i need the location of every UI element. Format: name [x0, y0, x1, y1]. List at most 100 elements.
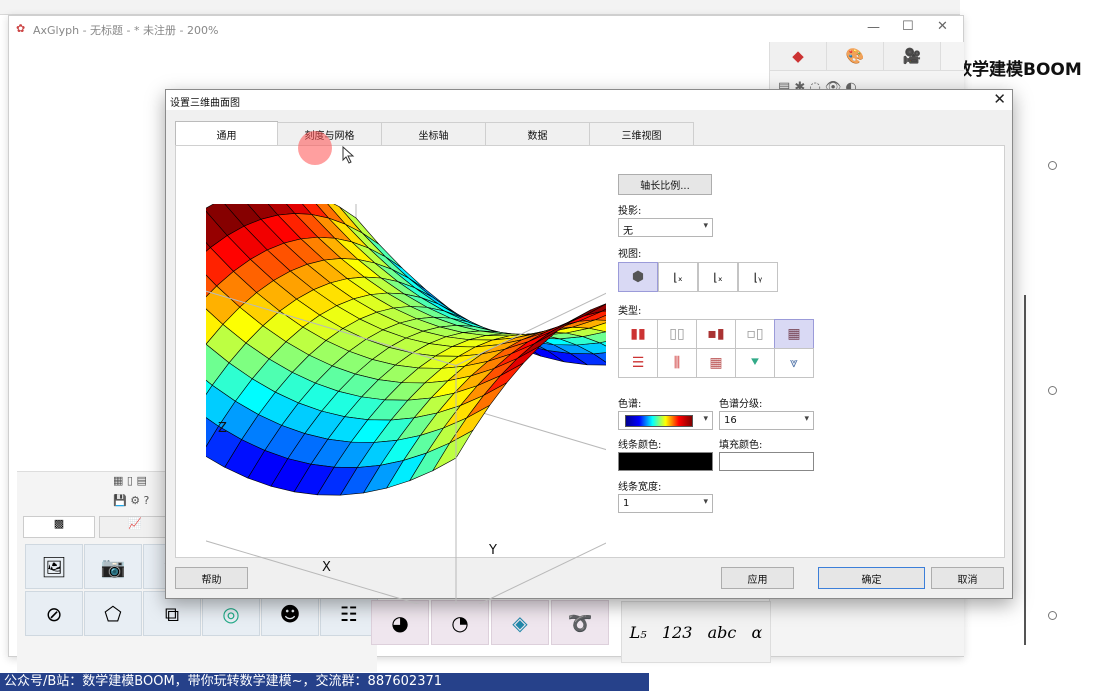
ring-icon: ◎	[222, 601, 240, 626]
surface-settings-dialog: 设置三维曲面图 ✕ 通用 刻度与网格 坐标轴 数据 三维视图 ZXY 轴长比例.…	[165, 89, 1013, 604]
line-color-label: 线条颜色:	[618, 440, 662, 451]
colormap-levels-value: 16	[724, 415, 737, 426]
view-zy-button[interactable]: ⌊ᵧ	[738, 262, 778, 292]
axis-zx-icon: ⌊ₓ	[713, 270, 723, 284]
toolbox-tab-shapes[interactable]: ▩	[23, 516, 95, 538]
y-axis-label: Y	[488, 543, 497, 558]
layers-icon: ◆	[792, 47, 804, 65]
grid-dots-icon: ▦	[787, 326, 801, 342]
axglyph-window-title: AxGlyph - 无标题 - * 未注册 - 200%	[33, 24, 219, 37]
math-symbol-box: L₅ 123 abc α	[621, 601, 771, 663]
line-width-value: 1	[623, 498, 630, 509]
tab-3d-view[interactable]: 三维视图	[589, 122, 694, 146]
resize-handle[interactable]	[1048, 386, 1057, 395]
head-gear-icon: ☻	[279, 601, 301, 626]
pie-chart-tool[interactable]: ◕	[371, 600, 429, 645]
colormap-levels-label: 色谱分级:	[719, 399, 763, 410]
tab-data[interactable]: 数据	[485, 122, 590, 146]
axglyph-titlebar: ✿ AxGlyph - 无标题 - * 未注册 - 200% — ☐ ✕	[9, 16, 963, 42]
surface-icon: ◈	[512, 610, 528, 635]
type-vlines-button[interactable]: ⫼	[657, 348, 697, 378]
number-symbol[interactable]: 123	[662, 623, 693, 642]
type-bar-floating-button[interactable]: ▪▮	[696, 319, 736, 349]
close-icon[interactable]: ✕	[937, 19, 948, 34]
vertical-lines-icon: ⫼	[673, 355, 681, 371]
dialog-title: 设置三维曲面图	[170, 98, 240, 109]
small-tool-icons: ▦ ▯ ▤	[113, 474, 147, 487]
type-bar-filled-button[interactable]: ▮▮	[618, 319, 658, 349]
surface-outline-icon: ⩔	[790, 355, 798, 371]
axis-zy-icon: ⌊ᵧ	[753, 270, 763, 284]
z-axis-label: Z	[218, 421, 227, 436]
style-tab[interactable]: 🎨	[827, 42, 884, 70]
type-mesh-button[interactable]: ▦	[696, 348, 736, 378]
click-indicator	[298, 131, 332, 165]
view-buttons: ⬢ ⌊ₓ ⌊ₓ ⌊ᵧ	[618, 262, 778, 292]
text-symbol[interactable]: abc	[708, 623, 737, 642]
type-surface-button[interactable]: ⯆	[735, 348, 775, 378]
camera-tool[interactable]: 📷	[84, 544, 142, 589]
x-axis-label: X	[322, 560, 331, 575]
dialog-close-icon[interactable]: ✕	[993, 90, 1006, 108]
type-buttons: ▮▮ ▯▯ ▪▮ ▫▯ ▦ ☰ ⫼ ▦ ⯆ ⩔	[618, 319, 814, 378]
surface-tool[interactable]: ◈	[491, 600, 549, 645]
polygon-tool[interactable]: ⬠	[84, 591, 142, 636]
fill-color-swatch[interactable]	[719, 452, 814, 471]
palette-icon: 🎨	[845, 47, 865, 65]
spiral-tool[interactable]: ➰	[551, 600, 609, 645]
axis-xz-icon: ⌊ₓ	[673, 270, 683, 284]
resize-handle[interactable]	[1048, 161, 1057, 170]
axis-scale-button[interactable]: 轴长比例...	[618, 174, 712, 195]
view-iso-button[interactable]: ⬢	[618, 262, 658, 292]
type-bar-outline-button[interactable]: ▯▯	[657, 319, 697, 349]
view-label: 视图:	[618, 249, 642, 260]
gauge-tool[interactable]: ◔	[431, 600, 489, 645]
greek-symbol[interactable]: α	[752, 623, 763, 642]
cancel-button[interactable]: 取消	[931, 567, 1004, 589]
tab-general[interactable]: 通用	[175, 121, 278, 147]
image-tool[interactable]: 🖼	[25, 544, 83, 589]
view-zx-button[interactable]: ⌊ₓ	[698, 262, 738, 292]
line-color-swatch[interactable]	[618, 452, 713, 471]
toolbox-tab-charts[interactable]: 📈	[99, 516, 171, 538]
spiral-icon: ➰	[567, 610, 593, 635]
polygon-icon: ⬠	[104, 601, 122, 626]
general-tab-panel: Z X Y 轴长比例... 投影: 无 ▾ 视图: ⬢ ⌊ₓ ⌊ₓ ⌊ᵧ 类型: ▮…	[175, 145, 1005, 604]
mesh-icon: ▦	[709, 355, 723, 371]
view-xz-button[interactable]: ⌊ₓ	[658, 262, 698, 292]
right-panel-tabs: ◆ 🎨 🎥	[770, 42, 964, 71]
dialog-titlebar: 设置三维曲面图 ✕	[166, 90, 1012, 110]
bar-outline-icon: ▯▯	[669, 326, 685, 342]
pie-chart-icon: ◕	[391, 610, 409, 635]
horizontal-lines-icon: ☰	[631, 355, 645, 371]
type-bar-floating-outline-button[interactable]: ▫▯	[735, 319, 775, 349]
tab-axes[interactable]: 坐标轴	[381, 122, 486, 146]
chevron-down-icon: ▾	[703, 221, 708, 231]
type-label: 类型:	[618, 306, 642, 317]
bottom-banner: 公众号/B站：数学建模BOOM，带你玩转数学建模~，交流群：887602371	[0, 673, 649, 691]
subscript-symbol[interactable]: L₅	[630, 623, 647, 642]
image-icon: 🖼	[41, 554, 67, 579]
projection-select[interactable]: 无 ▾	[618, 218, 713, 237]
line-width-select[interactable]: 1 ▾	[618, 494, 713, 513]
maximize-icon[interactable]: ☐	[902, 19, 914, 34]
minimize-icon[interactable]: —	[867, 20, 880, 35]
chart-toolbox: ◕ ◔ ◈ ➰	[371, 600, 609, 645]
animation-tab[interactable]: 🎥	[884, 42, 941, 70]
bar-floating-outline-icon: ▫▯	[746, 326, 764, 342]
frame-edge	[1024, 295, 1026, 645]
layers-tab[interactable]: ◆	[770, 42, 827, 70]
chevron-down-icon: ▾	[703, 414, 708, 424]
type-surface-outline-button[interactable]: ⩔	[774, 348, 814, 378]
apply-button[interactable]: 应用	[721, 567, 794, 589]
circle-tool[interactable]: ⊘	[25, 591, 83, 636]
ok-button[interactable]: 确定	[818, 567, 925, 589]
line-width-label: 线条宽度:	[618, 482, 662, 493]
colormap-select[interactable]: ▾	[618, 411, 713, 430]
resize-handle[interactable]	[1048, 611, 1057, 620]
gauge-icon: ◔	[451, 610, 469, 635]
type-grid-button[interactable]: ▦	[774, 319, 814, 349]
help-button[interactable]: 帮助	[175, 567, 248, 589]
colormap-levels-select[interactable]: 16 ▾	[719, 411, 814, 430]
type-hlines-button[interactable]: ☰	[618, 348, 658, 378]
